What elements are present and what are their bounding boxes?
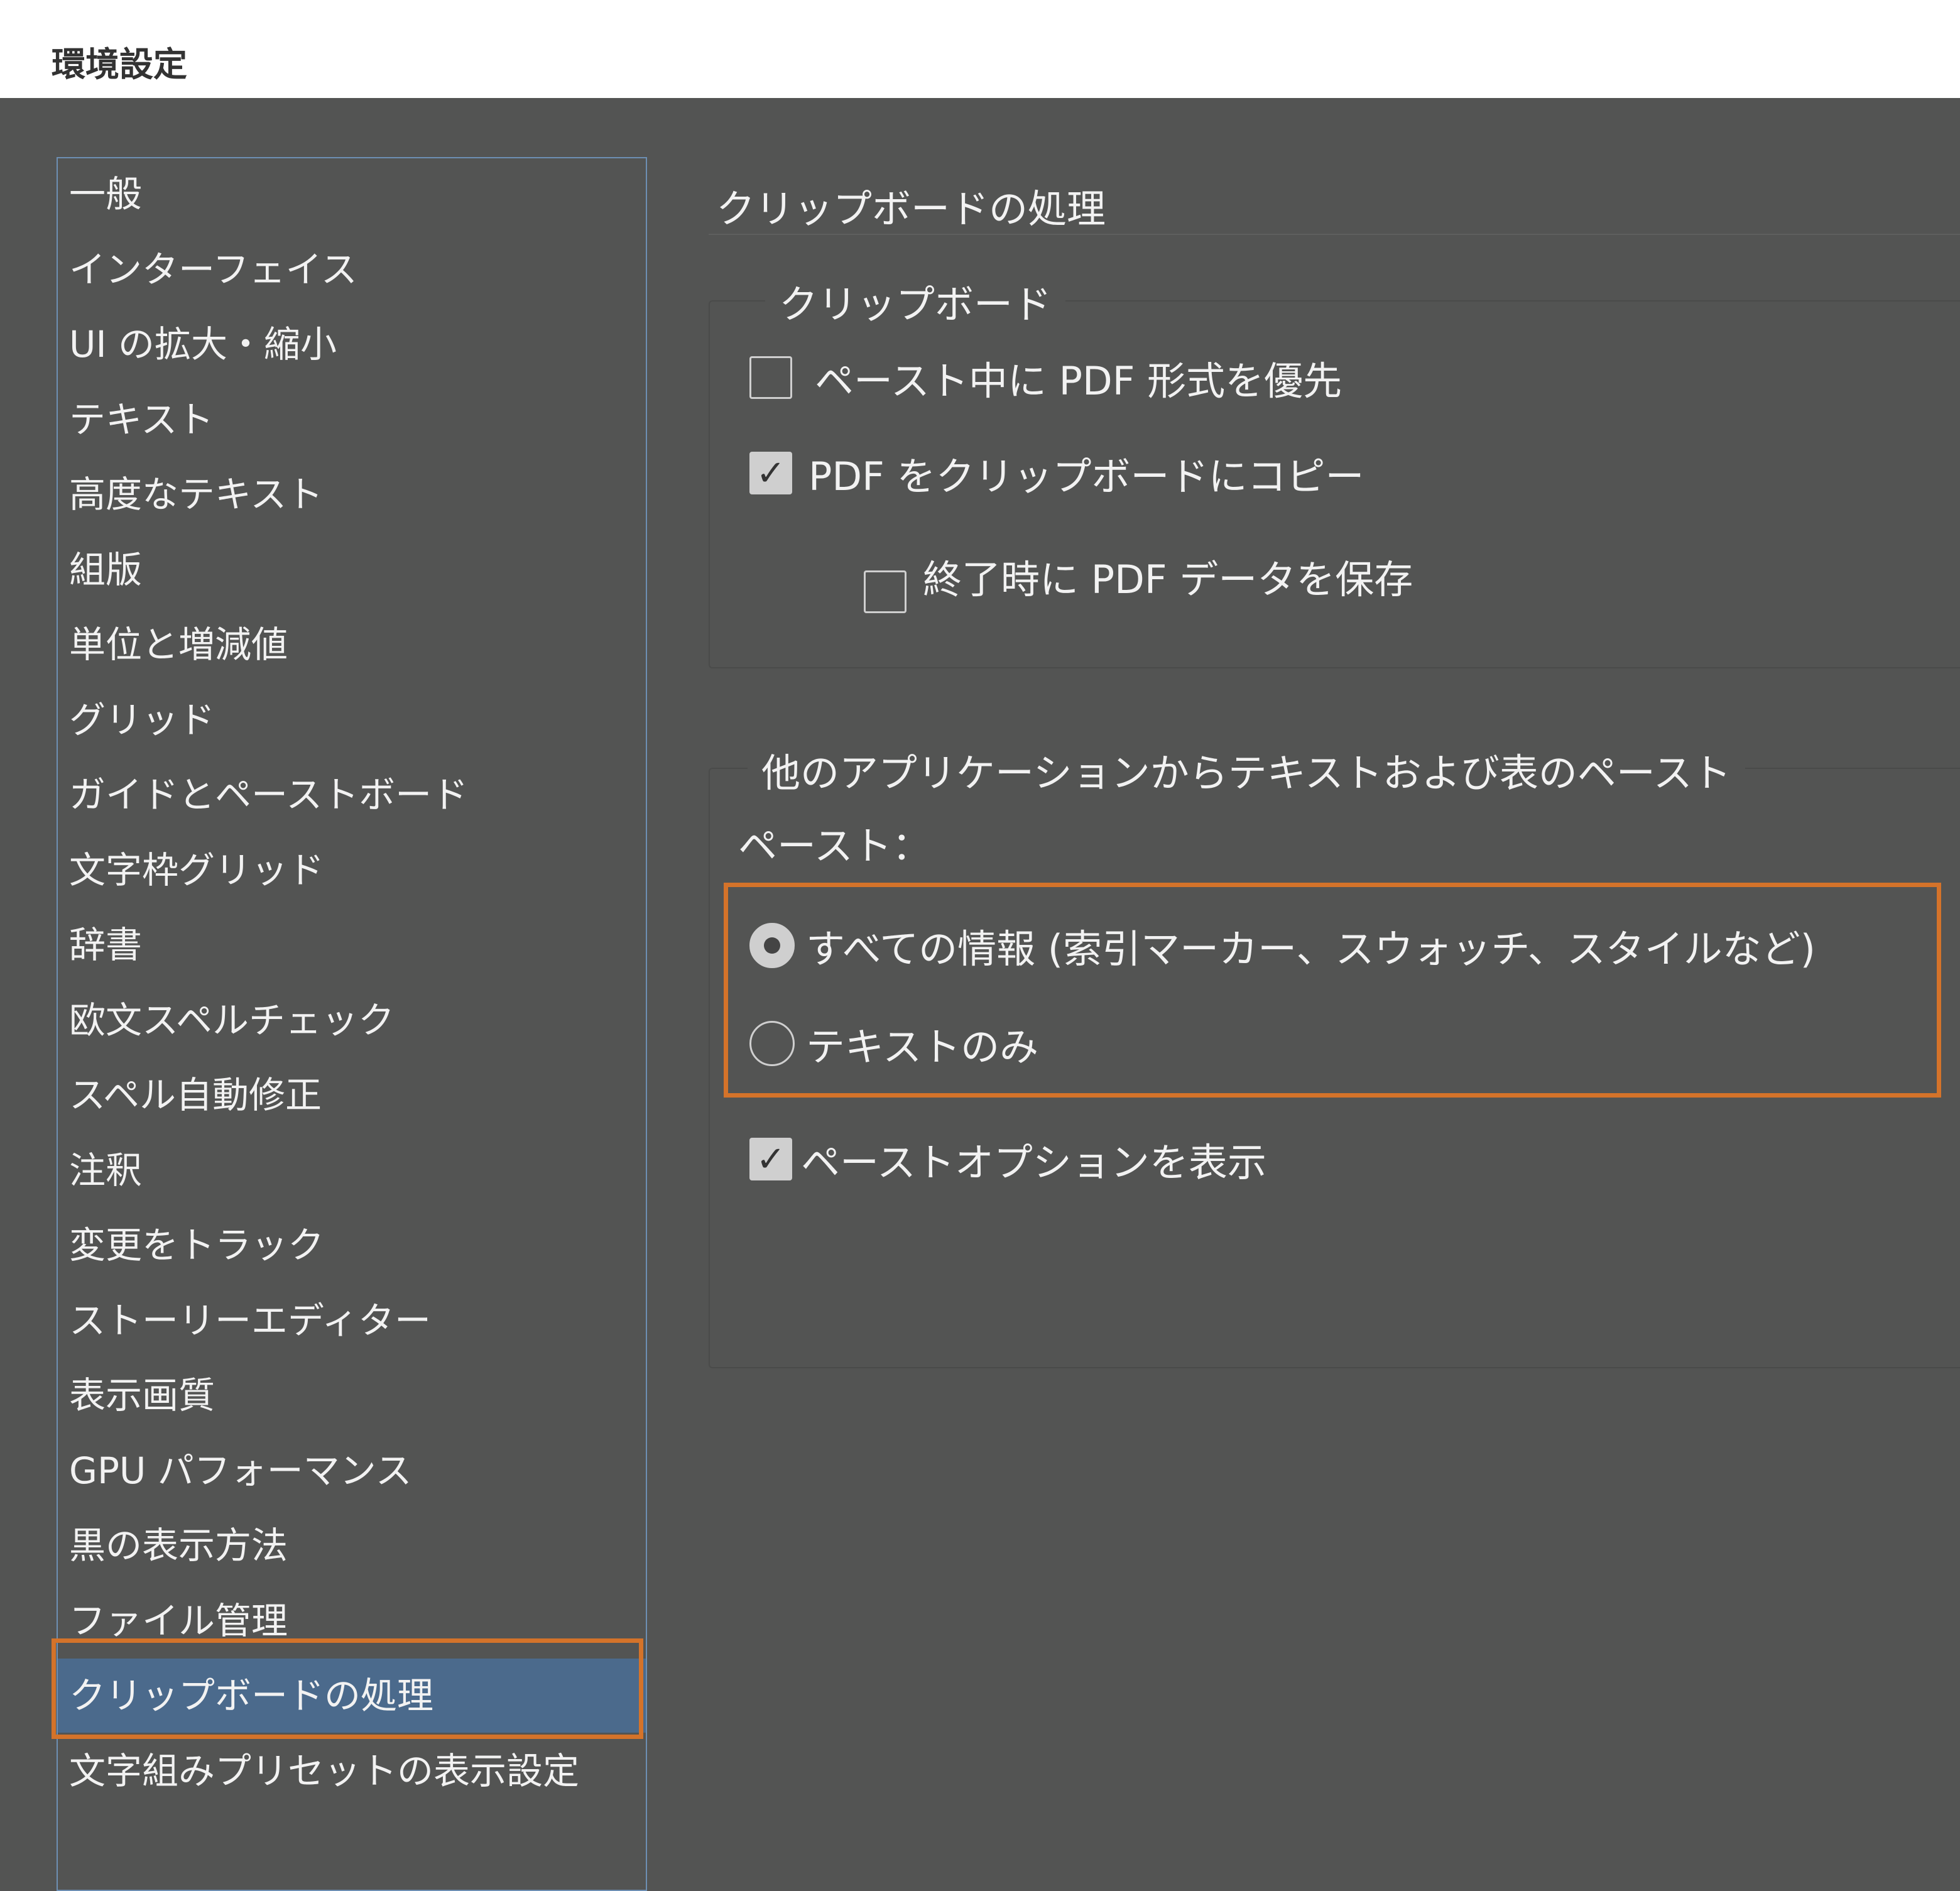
sidebar-item[interactable]: 組版: [69, 533, 634, 607]
copy-pdf-checkbox-row[interactable]: ✓ PDF をクリップボードにコピー: [749, 445, 1364, 501]
sidebar-item[interactable]: UI の拡大・縮小: [69, 307, 634, 381]
prefer-pdf-label: ペースト中に PDF 形式を優先: [815, 349, 1342, 406]
sidebar-item[interactable]: 一般: [69, 157, 634, 231]
sidebar-item[interactable]: ストーリーエディター: [69, 1283, 634, 1358]
save-pdf-checkbox-row[interactable]: 終了時に PDF データを保存: [864, 539, 1413, 613]
sidebar-item[interactable]: ガイドとペーストボード: [69, 758, 634, 832]
window-title: 環境設定: [52, 36, 187, 86]
prefer-pdf-checkbox[interactable]: [749, 356, 792, 399]
sidebar-item[interactable]: 黒の表示方法: [69, 1508, 634, 1583]
title-bar: 環境設定: [0, 0, 1960, 98]
radio-dot-icon: [764, 937, 780, 954]
sidebar-item[interactable]: 欧文スペルチェック: [69, 983, 634, 1057]
copy-pdf-checkbox[interactable]: ✓: [749, 452, 792, 494]
sidebar-item[interactable]: 表示画質: [69, 1358, 634, 1432]
save-pdf-on-quit-label: 終了時に PDF データを保存: [923, 548, 1413, 604]
show-paste-options-row[interactable]: ✓ ペーストオプションを表示: [749, 1131, 1266, 1187]
all-info-radio[interactable]: [749, 923, 795, 968]
sidebar-item[interactable]: 単位と増減値: [69, 608, 634, 682]
copy-pdf-label: PDF をクリップボードにコピー: [808, 445, 1364, 501]
sidebar-item[interactable]: テキスト: [69, 383, 634, 457]
sidebar-item[interactable]: GPU パフォーマンス: [69, 1434, 634, 1508]
sidebar-item[interactable]: 文字枠グリッド: [69, 833, 634, 907]
selected-item-highlight-box: [52, 1638, 643, 1739]
clipboard-group-legend: クリップボード: [765, 273, 1065, 329]
all-info-radio-row[interactable]: すべての情報 (索引マーカー、スウォッチ、スタイルなど): [749, 917, 1816, 974]
sidebar-item[interactable]: 変更をトラック: [69, 1208, 634, 1282]
page-title: クリップボードの処理: [716, 177, 1106, 234]
check-icon: ✓: [756, 1139, 786, 1180]
sidebar-item[interactable]: 注釈: [69, 1133, 634, 1207]
show-paste-options-label: ペーストオプションを表示: [801, 1131, 1266, 1187]
check-icon: ✓: [756, 453, 786, 494]
save-pdf-on-quit-checkbox[interactable]: [864, 570, 906, 613]
sidebar-item[interactable]: 文字組みプリセットの表示設定: [69, 1734, 634, 1808]
text-only-radio[interactable]: [749, 1021, 795, 1066]
sidebar-item[interactable]: 辞書: [69, 908, 634, 982]
paste-group-legend: 他のアプリケーションからテキストおよび表のペースト: [748, 741, 1745, 798]
preferences-category-list[interactable]: 一般インターフェイスUI の拡大・縮小テキスト高度なテキスト組版単位と増減値グリ…: [57, 157, 647, 1891]
sidebar-item[interactable]: グリッド: [69, 683, 634, 757]
sidebar-item[interactable]: スペル自動修正: [69, 1058, 634, 1132]
divider: [709, 234, 1960, 235]
paste-label: ペースト：: [738, 814, 931, 871]
text-only-radio-row[interactable]: テキストのみ: [749, 1015, 1038, 1072]
text-only-label: テキストのみ: [806, 1015, 1038, 1072]
sidebar-item[interactable]: 高度なテキスト: [69, 457, 634, 531]
show-paste-options-checkbox[interactable]: ✓: [749, 1138, 792, 1180]
prefer-pdf-checkbox-row[interactable]: ペースト中に PDF 形式を優先: [749, 349, 1342, 406]
all-info-label: すべての情報 (索引マーカー、スウォッチ、スタイルなど): [806, 917, 1816, 974]
sidebar-item[interactable]: インターフェイス: [69, 232, 634, 307]
